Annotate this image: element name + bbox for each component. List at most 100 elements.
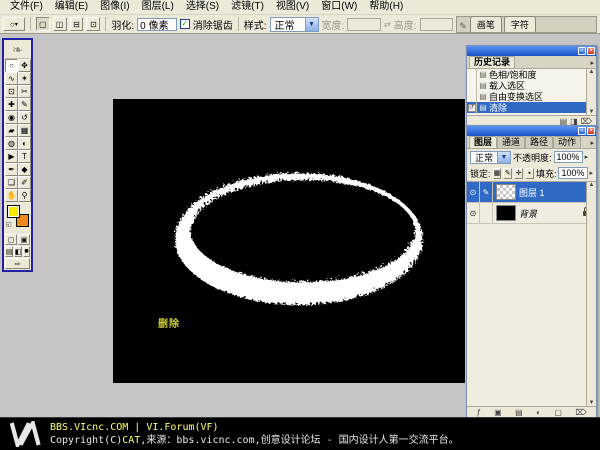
menu-help[interactable]: 帮助(H) [363,0,409,14]
subtract-selection-button[interactable]: ⊟ [70,17,84,31]
history-brush-tool-button[interactable]: ↺ [18,111,31,124]
history-title-bar[interactable]: ▿ × [467,46,596,56]
palette-menu-icon[interactable]: ▸ [590,139,594,147]
adjustment-layer-button[interactable]: ◐ [536,408,541,418]
history-item-clear[interactable]: ↺ ▤ 清除 [467,102,596,113]
quick-mask-mode-button[interactable]: ▣ [18,234,30,245]
visibility-eye-icon[interactable]: ⊙ [467,182,480,203]
path-select-tool-button[interactable]: ▶ [5,150,18,163]
healing-brush-tool-button[interactable]: ✚ [5,98,18,111]
intersect-selection-button[interactable]: ⊡ [86,17,100,31]
history-source-well[interactable] [467,91,477,102]
blend-mode-dropdown[interactable]: 正常 ▼ [470,151,511,164]
notes-tool-button[interactable]: ❏ [5,176,18,189]
history-item-free-transform-selection[interactable]: ▤ 自由变换选区 [467,91,596,102]
foreground-color-swatch[interactable] [7,205,20,218]
new-selection-button[interactable]: ▢ [36,17,50,31]
shape-tool-button[interactable]: ◆ [18,163,31,176]
menu-window[interactable]: 窗口(W) [315,0,363,14]
eyedropper-tool-button[interactable]: ✐ [18,176,31,189]
swap-dimensions-icon[interactable]: ⇄ [384,20,391,29]
hand-tool-button[interactable]: ✋ [5,189,18,202]
tool-preset-picker[interactable]: ○▾ [3,17,25,31]
layer-row-layer1[interactable]: ⊙ ✎ 图层 1 [467,182,596,203]
palette-menu-icon[interactable]: ▸ [590,59,594,67]
fill-input[interactable]: 100% [558,167,587,179]
standard-mode-button[interactable]: ▢ [5,234,17,245]
layer-name[interactable]: 图层 1 [519,186,596,199]
menu-layer[interactable]: 图层(L) [136,0,180,14]
new-layer-button[interactable]: ▢ [554,408,562,418]
visibility-eye-icon[interactable]: ⊙ [467,203,480,224]
tab-layers[interactable]: 图层 [469,136,497,148]
lock-all-button[interactable]: ▪ [525,168,534,179]
history-item-hue-saturation[interactable]: ▤ 色相/饱和度 [467,69,596,80]
slider-arrow-icon[interactable]: ▸ [585,153,589,161]
collapse-icon[interactable]: ▿ [578,47,586,55]
fullscreen-mode-button[interactable]: ■ [23,246,30,257]
well-tab-character[interactable]: 字符 [504,16,536,32]
layer-style-button[interactable]: ƒ [476,408,480,418]
layer-thumbnail[interactable] [496,184,516,200]
lock-position-button[interactable]: ✛ [514,168,523,179]
eraser-tool-button[interactable]: ▰ [5,124,18,137]
standard-screen-mode-button[interactable]: ▤ [5,246,13,257]
opacity-input[interactable]: 100% [554,151,583,163]
menu-edit[interactable]: 编辑(E) [49,0,94,14]
menu-file[interactable]: 文件(F) [4,0,49,14]
lock-pixels-button[interactable]: ✎ [503,168,512,179]
lasso-tool-button[interactable]: ∿ [5,72,18,85]
history-source-well[interactable]: ↺ [467,102,477,113]
gradient-tool-button[interactable]: ▦ [18,124,31,137]
layer-row-background[interactable]: ⊙ 背景 [467,203,596,224]
delete-layer-button[interactable]: ⌦ [575,408,586,418]
history-source-well[interactable] [467,80,477,91]
type-tool-button[interactable]: T [18,150,31,163]
scroll-down-icon[interactable]: ▼ [589,109,595,115]
clone-stamp-tool-button[interactable]: ◉ [5,111,18,124]
marquee-tool-button[interactable]: ○ [5,59,18,72]
pen-tool-button[interactable]: ✒ [5,163,18,176]
antialias-checkbox[interactable]: ✓ [180,19,190,29]
tab-actions[interactable]: 动作 [553,136,581,148]
height-input[interactable] [420,18,454,31]
brush-tool-button[interactable]: ✎ [18,98,31,111]
tab-channels[interactable]: 通道 [497,136,525,148]
slice-tool-button[interactable]: ✂ [18,85,31,98]
scroll-up-icon[interactable]: ▲ [589,182,595,188]
menu-select[interactable]: 选择(S) [180,0,225,14]
move-tool-button[interactable]: ✥ [18,59,31,72]
document-canvas[interactable]: 删除 [113,99,465,383]
scroll-up-icon[interactable]: ▲ [589,69,595,75]
style-dropdown[interactable]: 正常 ▼ [270,17,319,32]
layer-name[interactable]: 背景 [519,207,583,220]
history-scrollbar[interactable]: ▲ ▼ [586,69,596,115]
adobe-logo-icon[interactable]: ❧ [5,41,30,59]
feather-input[interactable]: 0 像素 [137,18,177,31]
collapse-icon[interactable]: ▿ [578,127,586,135]
layers-title-bar[interactable]: ▿ × [467,126,596,136]
scroll-down-icon[interactable]: ▼ [589,400,595,406]
zoom-tool-button[interactable]: ⚲ [18,189,31,202]
width-input[interactable] [347,18,381,31]
jump-to-imageready-button[interactable]: ⇨ [5,258,30,269]
slider-arrow-icon[interactable]: ▸ [590,169,594,177]
well-tab-brushes[interactable]: 画笔 [470,16,502,32]
add-selection-button[interactable]: ◫ [53,17,67,31]
history-source-well[interactable] [467,69,477,80]
brush-preset-icon[interactable]: ✎ [459,21,467,32]
layers-scrollbar[interactable]: ▲ ▼ [586,182,596,406]
magic-wand-tool-button[interactable]: ✶ [18,72,31,85]
lock-transparency-button[interactable]: ▦ [493,168,502,179]
fullscreen-menubar-mode-button[interactable]: ◧ [14,246,22,257]
menu-filter[interactable]: 滤镜(T) [225,0,270,14]
default-colors-icon[interactable]: ◱ [6,221,14,229]
menu-view[interactable]: 视图(V) [270,0,315,14]
close-icon[interactable]: × [587,127,595,135]
dodge-tool-button[interactable]: ◐ [18,137,31,150]
tab-paths[interactable]: 路径 [525,136,553,148]
tab-history[interactable]: 历史记录 [469,56,515,68]
layer-thumbnail[interactable] [496,205,516,221]
layer-set-button[interactable]: ▤ [515,408,523,418]
crop-tool-button[interactable]: ⊡ [5,85,18,98]
